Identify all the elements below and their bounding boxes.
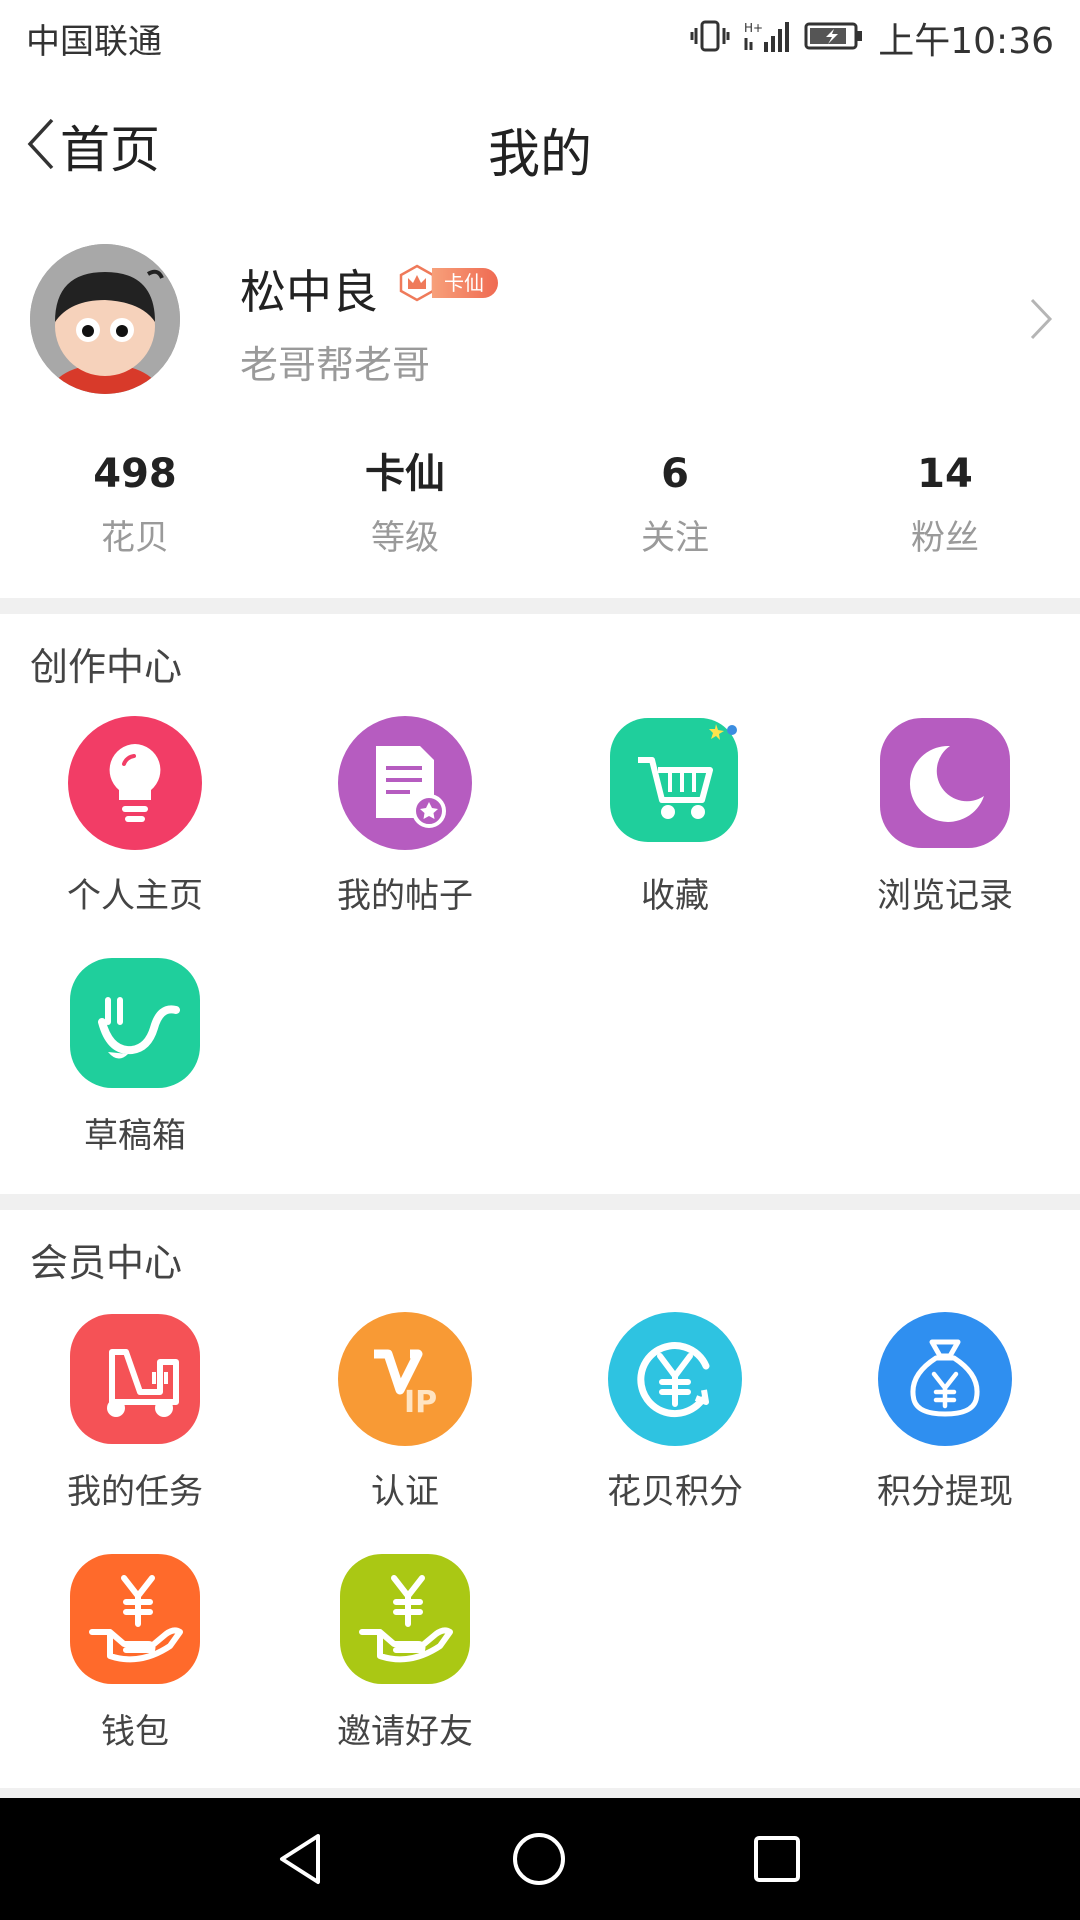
grid-item-personal-page[interactable]: 个人主页 [0, 716, 270, 917]
section-divider [0, 1788, 1080, 1798]
stat-value: 14 [917, 451, 973, 497]
lightbulb-icon [68, 716, 202, 850]
stat-label: 花贝 [101, 518, 169, 558]
grid-item-label: 花贝积分 [607, 1472, 743, 1512]
user-name: 松中良 [240, 265, 378, 319]
crown-icon [398, 264, 436, 302]
stat-value: 卡仙 [365, 451, 445, 497]
stat-label: 等级 [371, 518, 439, 558]
shopping-cart-icon [608, 716, 742, 850]
system-nav-bar [0, 1798, 1080, 1920]
grid-item-my-tasks[interactable]: 我的任务 [0, 1312, 270, 1513]
grid-item-label: 草稿箱 [84, 1116, 186, 1156]
battery-icon [804, 21, 864, 55]
triangle-back-icon [280, 1834, 320, 1884]
avatar[interactable] [30, 244, 180, 394]
yen-hand-icon [338, 1552, 472, 1686]
grid-item-withdraw[interactable]: 积分提现 [810, 1312, 1080, 1513]
scooter-icon [68, 1312, 202, 1446]
profile-card[interactable]: 松中良 卡仙 老哥帮老哥 [0, 216, 1080, 416]
chevron-right-icon[interactable] [1028, 296, 1054, 346]
grid-item-wallet[interactable]: 钱包 [0, 1552, 270, 1753]
grid-item-label: 我的任务 [67, 1472, 203, 1512]
grid-item-label: 邀请好友 [337, 1712, 473, 1752]
status-bar: 中国联通 H+ 上午10:36 [0, 0, 1080, 76]
grid-item-history[interactable]: 浏览记录 [810, 716, 1080, 917]
section-divider [0, 1194, 1080, 1210]
grid-item-drafts[interactable]: 草稿箱 [0, 956, 270, 1157]
svg-text:H+: H+ [744, 21, 763, 35]
nav-recents-button[interactable] [744, 1826, 810, 1892]
stat-label: 粉丝 [911, 518, 979, 558]
svg-text:IP: IP [404, 1385, 437, 1420]
post-document-icon [338, 716, 472, 850]
stat-huabei[interactable]: 498 花贝 [0, 446, 270, 586]
carrier-name: 中国联通 [26, 22, 162, 62]
grid-item-label: 收藏 [641, 876, 709, 916]
moon-icon [878, 716, 1012, 850]
status-icons: H+ 上午10:36 [690, 10, 1054, 66]
stat-value: 498 [93, 451, 177, 497]
grid-item-my-posts[interactable]: 我的帖子 [270, 716, 540, 917]
user-subtitle: 老哥帮老哥 [240, 343, 431, 387]
badge-label: 卡仙 [432, 268, 498, 298]
grid-item-verification[interactable]: IP 认证 [270, 1312, 540, 1513]
grid-item-label: 浏览记录 [877, 876, 1013, 916]
grid-item-huabei-points[interactable]: 花贝积分 [540, 1312, 810, 1513]
section-divider [0, 598, 1080, 614]
stat-value: 6 [661, 451, 689, 497]
member-center-title: 会员中心 [30, 1241, 183, 1285]
yen-exchange-icon [608, 1312, 742, 1446]
yen-hand-icon [68, 1552, 202, 1686]
grid-item-label: 认证 [371, 1472, 439, 1512]
vibrate-icon [690, 18, 730, 58]
stats-row: 498 花贝 卡仙 等级 6 关注 14 粉丝 [0, 446, 1080, 586]
stat-level[interactable]: 卡仙 等级 [270, 446, 540, 586]
stat-fans[interactable]: 14 粉丝 [810, 446, 1080, 586]
grid-item-favorites[interactable]: 收藏 [540, 716, 810, 917]
nav-back-button[interactable] [268, 1826, 334, 1892]
circle-home-icon [513, 1833, 565, 1885]
draft-box-icon [68, 956, 202, 1090]
grid-item-label: 个人主页 [67, 876, 203, 916]
signal-icon: H+ [744, 18, 790, 58]
square-recents-icon [754, 1836, 800, 1882]
grid-item-label: 积分提现 [877, 1472, 1013, 1512]
stat-following[interactable]: 6 关注 [540, 446, 810, 586]
grid-item-invite-friends[interactable]: 邀请好友 [270, 1552, 540, 1753]
nav-bar: 首页 我的 [0, 76, 1080, 216]
money-bag-icon [878, 1312, 1012, 1446]
vip-icon: IP [338, 1312, 472, 1446]
creation-center-title: 创作中心 [30, 645, 183, 689]
nav-home-button[interactable] [506, 1826, 572, 1892]
page-title: 我的 [487, 125, 592, 185]
clock: 上午10:36 [878, 21, 1054, 62]
grid-item-label: 钱包 [101, 1712, 169, 1752]
level-badge: 卡仙 [398, 264, 498, 302]
stat-label: 关注 [641, 518, 709, 558]
grid-item-label: 我的帖子 [337, 876, 473, 916]
